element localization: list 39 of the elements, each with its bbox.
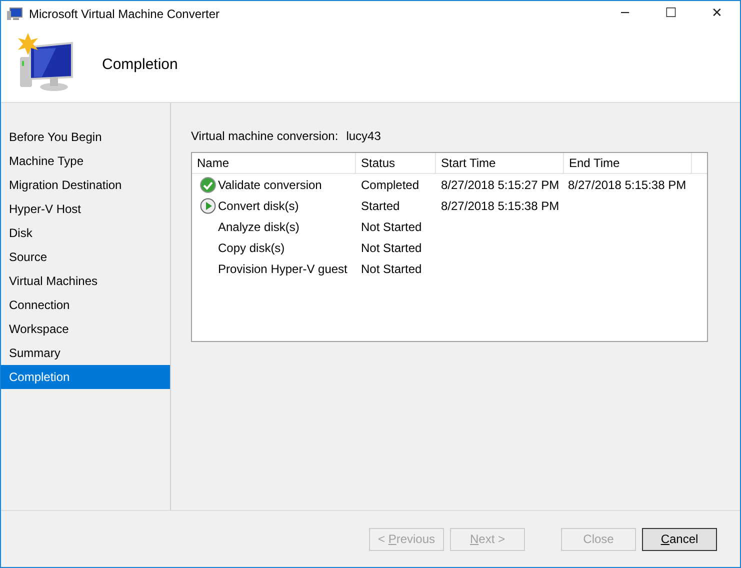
sidebar-item[interactable]: Completion bbox=[1, 365, 170, 389]
sidebar-item[interactable]: Hyper-V Host bbox=[1, 197, 170, 221]
sidebar-item[interactable]: Connection bbox=[1, 293, 170, 317]
end-time: 8/27/2018 5:15:38 PM bbox=[568, 178, 686, 192]
page-title: Completion bbox=[102, 56, 178, 72]
minimize-button[interactable]: ─ bbox=[602, 1, 648, 26]
conversion-value: lucy43 bbox=[346, 129, 381, 143]
dialog-button[interactable]: Cancel bbox=[642, 528, 717, 550]
sidebar-item[interactable]: Machine Type bbox=[1, 149, 170, 173]
sidebar-item[interactable]: Disk bbox=[1, 221, 170, 245]
window-title: Microsoft Virtual Machine Converter bbox=[29, 6, 221, 20]
task-name: Convert disk(s) bbox=[218, 198, 299, 212]
task-name: Provision Hyper-V guest bbox=[218, 262, 348, 276]
maximize-button[interactable]: ☐ bbox=[648, 1, 694, 26]
task-status: Completed bbox=[361, 178, 420, 192]
task-name: Analyze disk(s) bbox=[218, 220, 300, 234]
column-header[interactable]: Status bbox=[356, 153, 436, 173]
task-status: Started bbox=[361, 198, 400, 212]
start-time: 8/27/2018 5:15:27 PM bbox=[441, 178, 560, 192]
sidebar-item[interactable]: Virtual Machines bbox=[1, 269, 170, 293]
sidebar-item[interactable]: Summary bbox=[1, 341, 170, 365]
task-status: Not Started bbox=[361, 220, 422, 234]
close-button[interactable]: ✕ bbox=[694, 1, 740, 26]
task-status: Not Started bbox=[361, 262, 422, 276]
task-name: Validate conversion bbox=[218, 178, 322, 192]
column-header[interactable]: Name bbox=[192, 153, 356, 173]
start-time: 8/27/2018 5:15:38 PM bbox=[441, 198, 560, 212]
column-header[interactable]: End Time bbox=[564, 153, 692, 173]
play-icon bbox=[200, 198, 216, 214]
conversion-label: Virtual machine conversion: bbox=[191, 129, 338, 143]
task-name: Copy disk(s) bbox=[218, 240, 285, 254]
sidebar-item[interactable]: Migration Destination bbox=[1, 173, 170, 197]
task-status: Not Started bbox=[361, 240, 422, 254]
check-icon bbox=[200, 176, 216, 192]
app-icon bbox=[7, 6, 23, 20]
sidebar-item[interactable]: Source bbox=[1, 245, 170, 269]
sidebar-item[interactable]: Workspace bbox=[1, 317, 170, 341]
column-header[interactable]: Start Time bbox=[436, 153, 564, 173]
sidebar-item[interactable]: Before You Begin bbox=[1, 125, 170, 149]
